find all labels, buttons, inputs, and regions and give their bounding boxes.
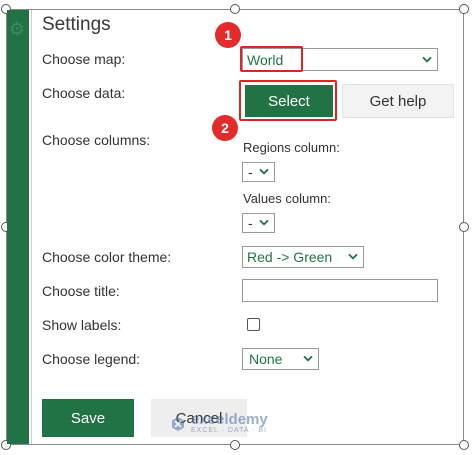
resize-handle-top-right[interactable] xyxy=(459,4,469,14)
values-column-select[interactable]: - xyxy=(242,213,275,233)
highlight-box-select xyxy=(239,80,337,121)
values-column-value: - xyxy=(248,215,253,231)
watermark-name: exceldemy xyxy=(191,411,268,428)
color-theme-value: Red -> Green xyxy=(247,249,333,265)
choose-data-label: Choose data: xyxy=(42,85,126,101)
save-button[interactable]: Save xyxy=(42,399,134,437)
regions-column-value: - xyxy=(248,164,253,180)
exceldemy-logo-icon xyxy=(172,416,184,431)
panel-title: Settings xyxy=(42,14,111,35)
choose-legend-label: Choose legend: xyxy=(42,351,141,367)
show-labels-checkbox[interactable] xyxy=(247,318,260,331)
regions-column-label: Regions column: xyxy=(243,140,340,155)
color-theme-select[interactable]: Red -> Green xyxy=(242,246,364,268)
regions-column-select[interactable]: - xyxy=(242,162,275,182)
values-column-label: Values column: xyxy=(243,191,331,206)
chevron-down-icon xyxy=(259,219,269,226)
chevron-down-icon xyxy=(348,253,358,260)
choose-columns-label: Choose columns: xyxy=(42,132,151,148)
step-badge-2: 2 xyxy=(212,115,238,141)
resize-handle-bottom-right[interactable] xyxy=(459,440,469,450)
show-labels-label: Show labels: xyxy=(42,317,122,333)
legend-value: None xyxy=(249,351,283,367)
title-input[interactable] xyxy=(242,279,438,302)
legend-select[interactable]: None xyxy=(242,348,319,370)
watermark-text: exceldemy EXCEL · DATA · BI xyxy=(191,412,268,435)
chevron-down-icon xyxy=(422,56,432,63)
get-help-button[interactable]: Get help xyxy=(342,84,454,118)
step-badge-1: 1 xyxy=(215,22,241,48)
panel-divider xyxy=(31,10,32,444)
choose-map-label: Choose map: xyxy=(42,51,126,67)
choose-title-label: Choose title: xyxy=(42,283,120,299)
choose-color-theme-label: Choose color theme: xyxy=(42,249,172,265)
chevron-down-icon xyxy=(303,355,313,362)
chevron-down-icon xyxy=(259,168,269,175)
gear-icon[interactable]: ⚙ xyxy=(8,20,26,38)
highlight-box-map xyxy=(240,46,303,72)
resize-handle-middle-right[interactable] xyxy=(459,222,469,232)
exceldemy-watermark: exceldemy EXCEL · DATA · BI xyxy=(170,412,268,435)
watermark-tagline: EXCEL · DATA · BI xyxy=(191,427,267,434)
selection-frame xyxy=(6,9,464,445)
resize-handle-bottom-center[interactable] xyxy=(230,440,240,450)
resize-handle-top-center[interactable] xyxy=(230,4,240,14)
addin-side-bar xyxy=(7,10,29,444)
